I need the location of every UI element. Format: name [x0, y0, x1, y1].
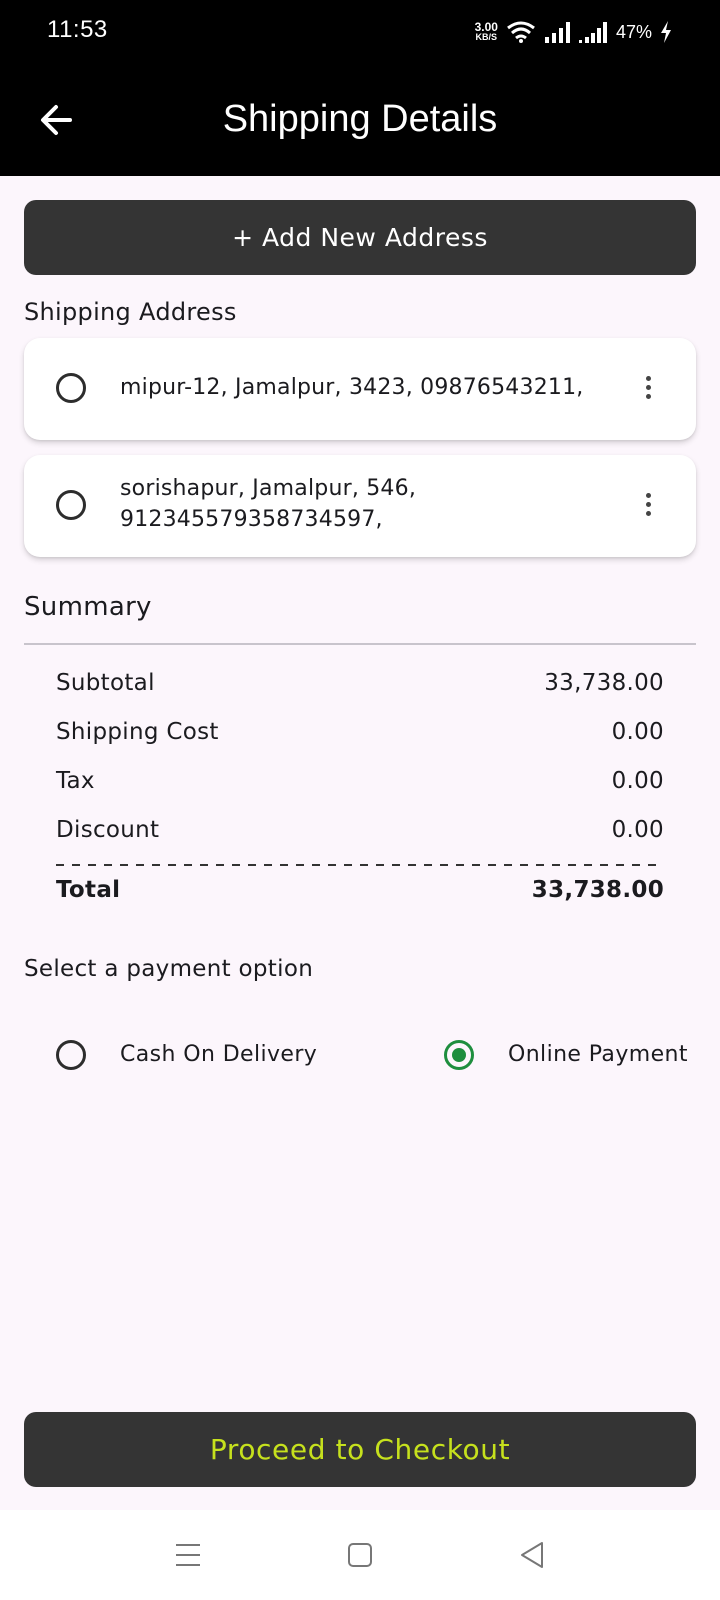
- payment-radio-online[interactable]: [444, 1040, 474, 1070]
- summary-row-total: Total 33,738.00: [56, 877, 664, 903]
- net-speed-unit: KB/S: [475, 32, 498, 42]
- total-value: 33,738.00: [531, 877, 664, 903]
- summary-label: Shipping Cost: [56, 719, 219, 745]
- charging-icon: [661, 21, 671, 43]
- address-text: mipur-12, Jamalpur, 3423, 09876543211,: [120, 375, 584, 400]
- summary-title: Summary: [24, 592, 152, 622]
- back-triangle-icon[interactable]: [514, 1537, 550, 1573]
- battery-level: 47%: [615, 21, 652, 42]
- status-icons: 3.00 KB/S 47%: [475, 16, 672, 48]
- menu-icon[interactable]: [170, 1537, 206, 1573]
- proceed-to-checkout-button[interactable]: Proceed to Checkout: [24, 1412, 696, 1487]
- app-bar: Shipping Details: [0, 64, 720, 176]
- payment-radio-cod[interactable]: [56, 1040, 86, 1070]
- more-vert-icon[interactable]: [638, 376, 658, 404]
- total-separator: [56, 864, 656, 866]
- system-nav-bar: [0, 1510, 720, 1600]
- address-text: sorishapur, Jamalpur, 546, 9123455793587…: [120, 476, 417, 532]
- wifi-icon: [507, 21, 535, 43]
- home-square-icon[interactable]: [342, 1537, 378, 1573]
- net-speed-value: 3.00: [474, 20, 498, 34]
- page-title: Shipping Details: [222, 98, 498, 140]
- summary-value: 0.00: [611, 719, 664, 745]
- payment-option-title: Select a payment option: [24, 956, 314, 982]
- summary-row-discount: Discount 0.00: [56, 817, 664, 843]
- summary-value: 0.00: [611, 768, 664, 794]
- summary-row-subtotal: Subtotal 33,738.00: [56, 670, 664, 696]
- status-bar: 11:53 3.00 KB/S 47%: [0, 0, 720, 64]
- signal-icon: [544, 22, 570, 43]
- summary-row-shipping: Shipping Cost 0.00: [56, 719, 664, 745]
- address-radio[interactable]: [56, 373, 86, 403]
- address-card[interactable]: mipur-12, Jamalpur, 3423, 09876543211,: [24, 338, 696, 440]
- net-speed: 3.00 KB/S: [474, 20, 498, 42]
- total-label: Total: [56, 877, 121, 903]
- summary-divider: [24, 643, 696, 645]
- more-vert-icon[interactable]: [638, 493, 658, 521]
- summary-value: 33,738.00: [544, 670, 664, 696]
- summary-label: Tax: [56, 768, 95, 794]
- shipping-address-label: Shipping Address: [24, 298, 237, 326]
- status-time: 11:53: [47, 16, 108, 43]
- signal-icon-2: [578, 22, 607, 43]
- address-card[interactable]: sorishapur, Jamalpur, 546, 9123455793587…: [24, 455, 696, 557]
- summary-label: Discount: [56, 817, 160, 843]
- payment-label-cod: Cash On Delivery: [120, 1042, 318, 1067]
- address-radio[interactable]: [56, 490, 86, 520]
- summary-row-tax: Tax 0.00: [56, 768, 664, 794]
- payment-label-online: Online Payment: [508, 1042, 688, 1067]
- add-new-address-button[interactable]: + Add New Address: [24, 200, 696, 275]
- summary-value: 0.00: [611, 817, 664, 843]
- summary-label: Subtotal: [56, 670, 155, 696]
